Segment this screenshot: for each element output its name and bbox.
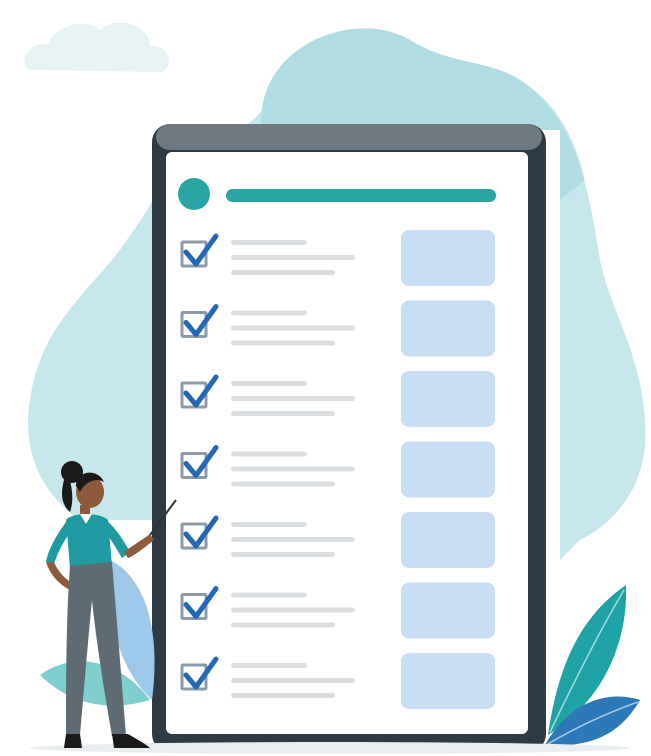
row-card	[401, 371, 495, 427]
illustration-svg	[24, 22, 646, 754]
hair-braid	[62, 480, 73, 512]
row-card	[401, 512, 495, 568]
avatar-dot	[178, 178, 210, 210]
row-card	[401, 230, 495, 286]
shoe-left	[64, 734, 82, 748]
text-line-medium	[231, 481, 335, 487]
text-line-short	[231, 592, 307, 598]
forearm-right	[124, 534, 154, 558]
shirt	[66, 514, 112, 568]
row-card	[401, 653, 495, 709]
text-line-long	[231, 255, 355, 260]
text-line-short	[231, 310, 307, 316]
text-line-long	[231, 678, 355, 683]
text-line-short	[231, 451, 307, 457]
header-bar	[226, 189, 496, 202]
text-line-long	[231, 396, 355, 401]
text-line-medium	[231, 270, 335, 275]
shoe-right	[112, 734, 150, 748]
text-line-long	[231, 466, 355, 472]
text-line-short	[231, 240, 307, 245]
text-line-long	[231, 607, 355, 613]
row-card	[401, 441, 495, 498]
cloud	[24, 22, 170, 72]
illustration-scene	[0, 0, 651, 756]
text-line-short	[231, 663, 307, 668]
text-line-long	[231, 325, 355, 331]
text-line-medium	[231, 552, 335, 557]
text-line-medium	[231, 411, 335, 416]
text-line-medium	[231, 340, 335, 346]
device-frame-top	[156, 124, 542, 150]
text-line-medium	[231, 622, 335, 628]
row-card	[401, 582, 495, 639]
text-line-medium	[231, 693, 335, 698]
text-line-short	[231, 381, 307, 386]
row-card	[401, 300, 495, 357]
text-line-short	[231, 522, 307, 527]
text-line-long	[231, 537, 355, 542]
